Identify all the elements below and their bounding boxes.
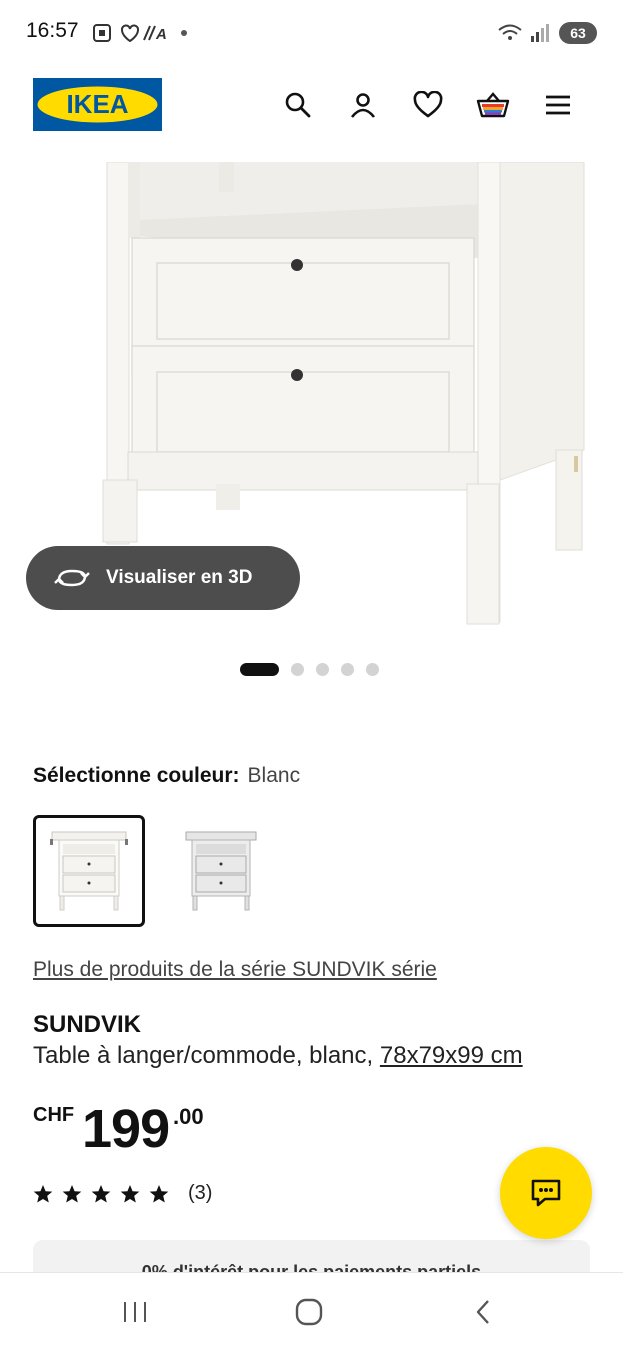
site-header: IKEA <box>0 66 623 144</box>
battery-indicator: 63 <box>559 22 597 44</box>
menu-icon[interactable] <box>539 86 577 124</box>
status-system-icons: 63 <box>497 20 597 46</box>
search-icon[interactable] <box>279 86 317 124</box>
price-currency: CHF <box>33 1104 75 1126</box>
product-description: Table à langer/commode, blanc, 78x79x99 … <box>33 1042 523 1070</box>
color-value: Blanc <box>247 764 301 787</box>
view-in-3d-label: Visualiser en 3D <box>106 567 253 588</box>
svg-text:IKEA: IKEA <box>66 89 128 119</box>
product-dimensions-link[interactable]: 78x79x99 cm <box>380 1042 523 1069</box>
color-option-grey[interactable] <box>163 815 275 927</box>
gallery-dot-4[interactable] <box>341 662 354 676</box>
cart-icon[interactable] <box>474 86 512 124</box>
ikea-logo[interactable]: IKEA <box>33 78 162 131</box>
system-nav-bar <box>0 1272 623 1351</box>
color-selector-heading: Sélectionne couleur: Blanc <box>33 764 300 788</box>
heart-icon[interactable] <box>409 86 447 124</box>
gallery-pagination <box>240 662 379 676</box>
series-link[interactable]: Plus de produits de la série SUNDVIK sér… <box>33 958 437 982</box>
product-type: Table à langer/commode, blanc, <box>33 1042 374 1069</box>
home-icon[interactable] <box>289 1295 329 1329</box>
back-icon[interactable] <box>463 1295 503 1329</box>
gallery-dot-5[interactable] <box>366 662 379 676</box>
color-option-white[interactable] <box>33 815 145 927</box>
gallery-dot-2[interactable] <box>291 662 304 676</box>
price-decimals: .00 <box>173 1104 204 1129</box>
star-icon <box>91 1184 111 1202</box>
rotate-3d-icon <box>54 565 90 591</box>
star-icon <box>120 1184 140 1202</box>
chat-button[interactable] <box>500 1147 592 1239</box>
gallery-dot-1[interactable] <box>240 662 279 676</box>
view-in-3d-button[interactable]: Visualiser en 3D <box>26 546 300 610</box>
status-notification-icons: A <box>92 22 192 44</box>
price-integer: 199 <box>82 1099 170 1159</box>
svg-text:A: A <box>155 26 167 43</box>
color-label: Sélectionne couleur: <box>33 764 240 787</box>
status-time: 16:57 <box>26 19 79 42</box>
recent-apps-icon[interactable] <box>115 1295 155 1329</box>
product-rating[interactable]: (3) <box>33 1182 212 1205</box>
gallery-dot-3[interactable] <box>316 662 329 676</box>
status-bar: 16:57 A 63 <box>0 0 623 66</box>
star-icon <box>62 1184 82 1202</box>
account-icon[interactable] <box>344 86 382 124</box>
rating-count: (3) <box>188 1182 213 1204</box>
star-icon <box>149 1184 169 1202</box>
star-icon <box>33 1184 53 1202</box>
product-name: SUNDVIK <box>33 1011 142 1038</box>
chat-bubble-icon <box>529 1177 563 1209</box>
